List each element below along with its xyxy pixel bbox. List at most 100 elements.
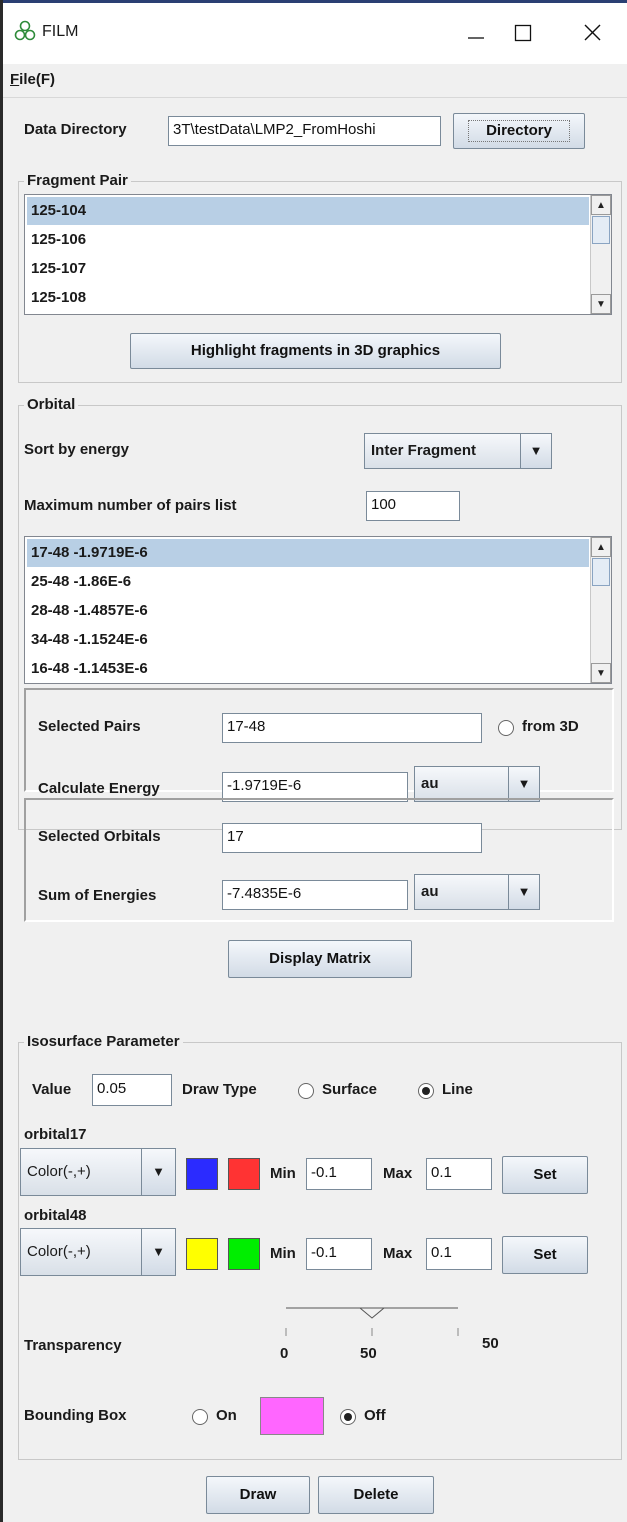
list-item[interactable]: 16-48 -1.1453E-6: [27, 655, 589, 683]
orbital17-negative-color-swatch[interactable]: [186, 1158, 218, 1190]
chevron-down-icon[interactable]: ▼: [520, 434, 551, 468]
sum-of-energies-label: Sum of Energies: [38, 887, 157, 904]
list-item[interactable]: 28-48 -1.4857E-6: [27, 597, 589, 625]
film-logo-icon: [14, 20, 36, 42]
orbital48-color-mode-select[interactable]: Color(-,+) ▼: [20, 1228, 176, 1276]
orbital48-positive-color-swatch[interactable]: [228, 1238, 260, 1270]
bounding-box-on-radio[interactable]: [192, 1409, 208, 1425]
transparency-tick-min: 0: [280, 1345, 289, 1362]
orbital-legend: Orbital: [24, 396, 79, 414]
bounding-box-on-label: On: [216, 1407, 237, 1424]
iso-value-input[interactable]: 0.05: [92, 1074, 172, 1106]
sum-of-energies-unit-select[interactable]: au ▼: [414, 874, 540, 910]
window-title: FILM: [42, 23, 79, 40]
list-item[interactable]: 17-48 -1.9719E-6: [27, 539, 589, 567]
fragment-list-scrollbar[interactable]: ▲ ▼: [590, 195, 611, 314]
scroll-up-icon[interactable]: ▲: [591, 537, 611, 557]
transparency-label: Transparency: [24, 1337, 122, 1354]
scroll-up-icon[interactable]: ▲: [591, 195, 611, 215]
data-directory-input[interactable]: 3T\testData\LMP2_FromHoshi: [168, 116, 441, 146]
orbital17-color-mode-select[interactable]: Color(-,+) ▼: [20, 1148, 176, 1196]
scroll-down-icon[interactable]: ▼: [591, 294, 611, 314]
orbital48-set-button[interactable]: Set: [502, 1236, 588, 1274]
chevron-down-icon[interactable]: ▼: [141, 1229, 175, 1275]
directory-button[interactable]: Directory: [453, 113, 585, 149]
bounding-box-label: Bounding Box: [24, 1407, 127, 1424]
max-pairs-label: Maximum number of pairs list: [24, 497, 237, 514]
orbital17-min-input[interactable]: -0.1: [306, 1158, 372, 1190]
orbital48-min-input[interactable]: -0.1: [306, 1238, 372, 1270]
orbital-list-scrollbar[interactable]: ▲ ▼: [590, 537, 611, 683]
maximize-icon[interactable]: [503, 12, 543, 52]
list-item[interactable]: 25-48 -1.86E-6: [27, 568, 589, 596]
max-pairs-input[interactable]: 100: [366, 491, 460, 521]
surface-label: Surface: [322, 1081, 378, 1098]
orbital48-max-label: Max: [383, 1245, 413, 1262]
fragment-pair-legend: Fragment Pair: [24, 172, 131, 190]
transparency-readout: 50: [482, 1335, 499, 1352]
chevron-down-icon[interactable]: ▼: [141, 1149, 175, 1195]
selected-orbitals-input[interactable]: 17: [222, 823, 482, 853]
window-top-border: [0, 0, 627, 3]
data-directory-label: Data Directory: [24, 121, 127, 138]
scroll-thumb[interactable]: [592, 216, 610, 244]
orbital17-label: orbital17: [24, 1126, 87, 1143]
orbital48-negative-color-swatch[interactable]: [186, 1238, 218, 1270]
line-label: Line: [442, 1081, 473, 1098]
menu-bar: [3, 64, 627, 98]
list-item[interactable]: 125-108: [27, 284, 589, 312]
menu-file-mnemonic: F: [10, 71, 20, 88]
selected-orbitals-label: Selected Orbitals: [38, 828, 161, 845]
from-3d-label: from 3D: [522, 718, 579, 735]
radio-selected-dot: [422, 1087, 430, 1095]
orbital17-positive-color-swatch[interactable]: [228, 1158, 260, 1190]
bounding-box-color-swatch[interactable]: [260, 1397, 324, 1435]
menu-file[interactable]: File(F): [10, 70, 55, 90]
window-left-border: [0, 0, 3, 1522]
from-3d-radio[interactable]: [498, 720, 514, 736]
list-item[interactable]: 125-107: [27, 255, 589, 283]
sum-of-energies-unit-value: au: [421, 883, 439, 900]
calculate-energy-label: Calculate Energy: [38, 780, 160, 797]
orbital48-label: orbital48: [24, 1207, 87, 1224]
orbital17-max-input[interactable]: 0.1: [426, 1158, 492, 1190]
draw-button[interactable]: Draw: [206, 1476, 310, 1514]
orbital17-min-label: Min: [270, 1165, 296, 1182]
scroll-thumb[interactable]: [592, 558, 610, 586]
highlight-fragments-button[interactable]: Highlight fragments in 3D graphics: [130, 333, 501, 369]
list-item[interactable]: 34-48 -1.1524E-6: [27, 626, 589, 654]
surface-radio[interactable]: [298, 1083, 314, 1099]
chevron-down-icon[interactable]: ▼: [508, 875, 539, 909]
isosurface-legend: Isosurface Parameter: [24, 1033, 183, 1051]
transparency-tick-mid: 50: [360, 1345, 377, 1362]
list-item[interactable]: 125-104: [27, 197, 589, 225]
orbital48-max-input[interactable]: 0.1: [426, 1238, 492, 1270]
sort-by-energy-value: Inter Fragment: [371, 442, 477, 459]
orbital17-set-button[interactable]: Set: [502, 1156, 588, 1194]
orbital48-min-label: Min: [270, 1245, 296, 1262]
orbital-pairs-list[interactable]: 17-48 -1.9719E-6 25-48 -1.86E-6 28-48 -1…: [24, 536, 612, 684]
display-matrix-button[interactable]: Display Matrix: [228, 940, 412, 978]
radio-selected-dot: [344, 1413, 352, 1421]
calculate-energy-unit-select[interactable]: au ▼: [414, 766, 540, 802]
bounding-box-off-label: Off: [364, 1407, 386, 1424]
delete-button[interactable]: Delete: [318, 1476, 434, 1514]
directory-button-label: Directory: [468, 120, 570, 142]
fragment-pair-list[interactable]: 125-104 125-106 125-107 125-108 ▲ ▼: [24, 194, 612, 315]
draw-type-label: Draw Type: [182, 1081, 257, 1098]
calculate-energy-unit-value: au: [421, 775, 439, 792]
menu-file-label: ile(F): [19, 71, 56, 88]
bounding-box-off-radio[interactable]: [340, 1409, 356, 1425]
list-item[interactable]: 125-106: [27, 226, 589, 254]
line-radio[interactable]: [418, 1083, 434, 1099]
selected-pairs-input[interactable]: 17-48: [222, 713, 482, 743]
chevron-down-icon[interactable]: ▼: [508, 767, 539, 801]
orbital17-max-label: Max: [383, 1165, 413, 1182]
sum-of-energies-input[interactable]: -7.4835E-6: [222, 880, 408, 910]
minimize-icon[interactable]: [456, 12, 496, 52]
scroll-down-icon[interactable]: ▼: [591, 663, 611, 683]
sort-by-energy-select[interactable]: Inter Fragment ▼: [364, 433, 552, 469]
close-icon[interactable]: [572, 12, 612, 52]
iso-value-label: Value: [32, 1081, 72, 1098]
selected-pairs-label: Selected Pairs: [38, 718, 141, 735]
